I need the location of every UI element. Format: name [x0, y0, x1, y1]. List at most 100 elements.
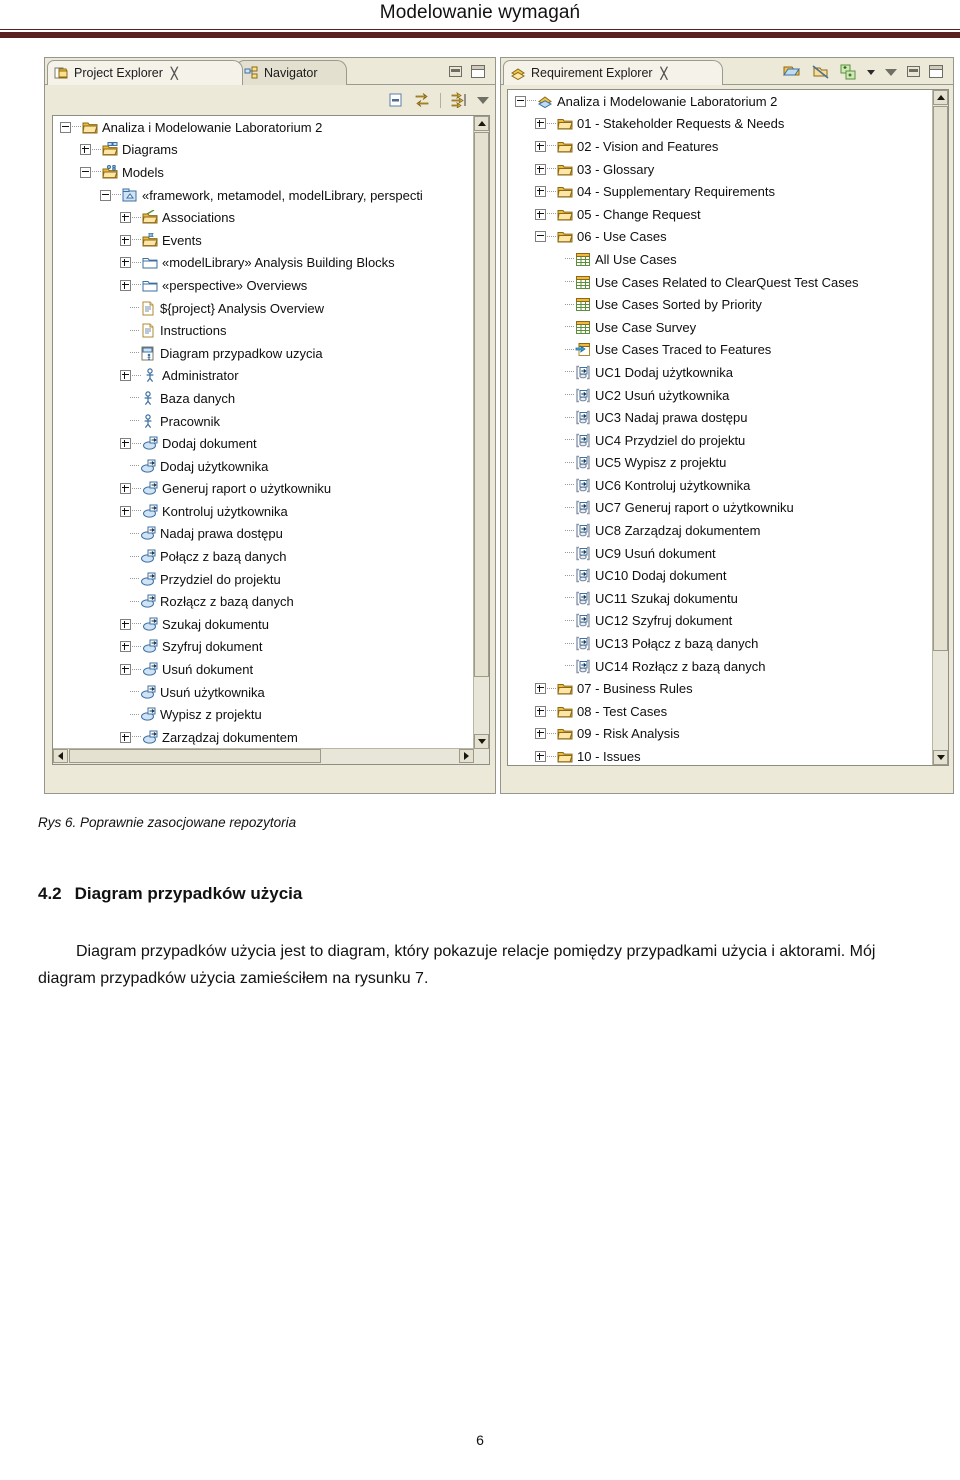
collapse-icon[interactable] [80, 166, 91, 178]
tree-row[interactable]: Administrator [53, 365, 474, 388]
tree-row[interactable]: Diagram przypadkow uzycia [53, 342, 474, 365]
tree-row[interactable]: Associations [53, 206, 474, 229]
collapse-icon[interactable] [100, 189, 111, 201]
expand-icon[interactable] [535, 705, 546, 717]
tree-row[interactable]: 02 - Vision and Features [508, 135, 933, 158]
tree-row[interactable]: Use Case Survey [508, 316, 933, 339]
tree-row[interactable]: UC4 Przydziel do projektu [508, 429, 933, 452]
tree-row[interactable]: UC9 Usuń dokument [508, 542, 933, 565]
tree-row[interactable]: Use Cases Related to ClearQuest Test Cas… [508, 271, 933, 294]
expand-icon[interactable] [535, 140, 546, 152]
tree-row[interactable]: Generuj raport o użytkowniku [53, 478, 474, 501]
close-icon[interactable]: ╳ [661, 67, 668, 80]
left-vscroll-thumb[interactable] [474, 132, 489, 677]
tree-row[interactable]: Events [53, 229, 474, 252]
expand-icon[interactable] [535, 186, 546, 198]
tree-row[interactable]: Instructions [53, 319, 474, 342]
tree-row[interactable]: Use Cases Sorted by Priority [508, 293, 933, 316]
tree-row[interactable]: 04 - Supplementary Requirements [508, 180, 933, 203]
expand-icon[interactable] [120, 505, 131, 517]
expand-icon[interactable] [535, 751, 546, 763]
tree-row[interactable]: UC13 Połącz z bazą danych [508, 632, 933, 655]
minimize-icon[interactable] [449, 66, 462, 77]
tree-row[interactable]: UC7 Generuj raport o użytkowniku [508, 497, 933, 520]
tree-row[interactable]: Use Cases Traced to Features [508, 339, 933, 362]
tree-row[interactable]: Nadaj prawa dostępu [53, 523, 474, 546]
scroll-left-button[interactable] [53, 749, 68, 763]
maximize-icon[interactable] [471, 65, 485, 78]
tree-row[interactable]: Rozłącz z bazą danych [53, 590, 474, 613]
tree-row[interactable]: Models [53, 161, 474, 184]
expand-icon[interactable] [535, 118, 546, 130]
tree-row[interactable]: Analiza i Modelowanie Laboratorium 2 [53, 116, 474, 139]
scroll-down-button[interactable] [474, 734, 489, 749]
expand-icon[interactable] [120, 212, 131, 224]
tree-row[interactable]: Przydziel do projektu [53, 568, 474, 591]
right-vertical-scrollbar[interactable] [932, 90, 948, 765]
view-menu-icon[interactable] [885, 68, 897, 76]
expand-icon[interactable] [535, 728, 546, 740]
collapse-icon[interactable] [60, 121, 71, 133]
tree-row[interactable]: Usuń dokument [53, 658, 474, 681]
tab-navigator[interactable]: Navigator [237, 60, 347, 85]
collapse-icon[interactable] [515, 95, 526, 107]
tree-row[interactable]: UC6 Kontroluj użytkownika [508, 474, 933, 497]
expand-icon[interactable] [120, 257, 131, 269]
scroll-up-button[interactable] [933, 90, 948, 105]
tree-row[interactable]: UC2 Usuń użytkownika [508, 384, 933, 407]
scroll-right-button[interactable] [459, 749, 474, 763]
collapse-icon[interactable] [535, 231, 546, 243]
tree-row[interactable]: 01 - Stakeholder Requests & Needs [508, 113, 933, 136]
tab-project-explorer[interactable]: Project Explorer ╳ [47, 60, 243, 85]
expand-icon[interactable] [120, 370, 131, 382]
link-with-editor-icon[interactable] [413, 92, 431, 108]
scroll-down-button[interactable] [933, 750, 948, 765]
left-vertical-scrollbar[interactable] [473, 116, 489, 749]
expand-icon[interactable] [535, 683, 546, 695]
left-horizontal-scrollbar[interactable] [53, 748, 474, 764]
tree-row[interactable]: Pracownik [53, 410, 474, 433]
right-vscroll-thumb[interactable] [933, 106, 948, 651]
expand-icon[interactable] [120, 664, 131, 676]
tree-row[interactable]: UC1 Dodaj użytkownika [508, 361, 933, 384]
close-icon[interactable]: ╳ [171, 67, 178, 80]
tree-row[interactable]: Szukaj dokumentu [53, 613, 474, 636]
tree-row[interactable]: Dodaj użytkownika [53, 455, 474, 478]
view-menu-icon[interactable] [477, 96, 489, 104]
expand-icon[interactable] [120, 641, 131, 653]
expand-icon[interactable] [80, 144, 91, 156]
tree-row[interactable]: 03 - Glossary [508, 158, 933, 181]
focus-on-active-task-icon[interactable] [450, 91, 468, 110]
new-element-icon[interactable] [840, 64, 857, 80]
tree-row[interactable]: UC8 Zarządzaj dokumentem [508, 519, 933, 542]
scroll-up-button[interactable] [474, 116, 489, 131]
tree-row[interactable]: «perspective» Overviews [53, 274, 474, 297]
expand-icon[interactable] [120, 234, 131, 246]
collapse-all-icon[interactable] [388, 92, 404, 108]
tree-row[interactable]: Kontroluj użytkownika [53, 500, 474, 523]
tree-row[interactable]: Wypisz z projektu [53, 703, 474, 726]
minimize-icon[interactable] [907, 66, 920, 77]
tree-row[interactable]: UC3 Nadaj prawa dostępu [508, 406, 933, 429]
tree-row[interactable]: UC11 Szukaj dokumentu [508, 587, 933, 610]
tree-row[interactable]: 10 - Issues [508, 745, 933, 765]
tree-row[interactable]: 05 - Change Request [508, 203, 933, 226]
expand-icon[interactable] [120, 731, 131, 743]
expand-icon[interactable] [120, 438, 131, 450]
tree-row[interactable]: «modelLibrary» Analysis Building Blocks [53, 252, 474, 275]
tree-row[interactable]: UC12 Szyfruj dokument [508, 610, 933, 633]
tree-row[interactable]: 08 - Test Cases [508, 700, 933, 723]
expand-icon[interactable] [120, 618, 131, 630]
tree-row[interactable]: Baza danych [53, 387, 474, 410]
tree-row[interactable]: Szyfruj dokument [53, 636, 474, 659]
disconnect-repository-icon[interactable] [811, 64, 830, 80]
toolbar-dropdown-icon[interactable] [867, 69, 875, 75]
tree-row[interactable]: Połącz z bazą danych [53, 545, 474, 568]
tree-row[interactable]: UC14 Rozłącz z bazą danych [508, 655, 933, 678]
maximize-icon[interactable] [929, 65, 943, 78]
tree-row[interactable]: ${project} Analysis Overview [53, 297, 474, 320]
tree-row[interactable]: Usuń użytkownika [53, 681, 474, 704]
tree-row[interactable]: «framework, metamodel, modelLibrary, per… [53, 184, 474, 207]
tree-row[interactable]: Dodaj dokument [53, 432, 474, 455]
tree-row[interactable]: 06 - Use Cases [508, 226, 933, 249]
